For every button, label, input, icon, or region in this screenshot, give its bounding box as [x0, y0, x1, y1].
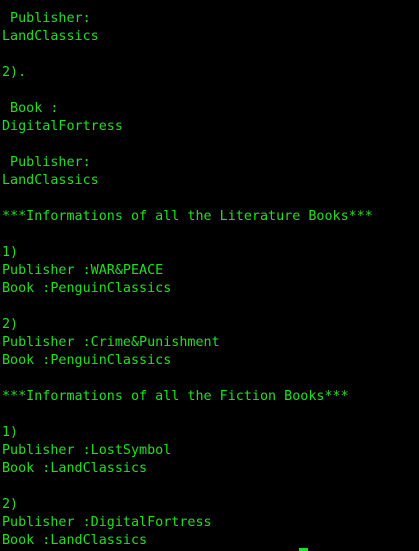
output-line: Publisher :LostSymbol	[2, 443, 172, 458]
output-line: Book :LandClassics	[2, 461, 148, 476]
terminal-window[interactable]: Publisher: LandClassics 2). Book : Digit…	[0, 0, 419, 551]
output-line: Publisher :DigitalFortress	[2, 515, 212, 530]
section-heading-literature: ***Informations of all the Literature Bo…	[2, 209, 373, 224]
output-line: Publisher :Crime&Punishment	[2, 335, 220, 350]
output-line: Book :PenguinClassics	[2, 353, 172, 368]
output-line: Publisher:	[2, 155, 91, 170]
output-line: Publisher:	[2, 11, 91, 26]
output-line: Book :LandClassics	[2, 533, 148, 548]
output-line: 1)	[2, 425, 19, 440]
terminal-output: Publisher: LandClassics 2). Book : Digit…	[2, 10, 373, 550]
output-line: Book :	[2, 101, 59, 116]
output-line: 2).	[2, 65, 27, 80]
output-line: 1)	[2, 245, 19, 260]
output-line: Publisher :WAR&PEACE	[2, 263, 164, 278]
output-line: LandClassics	[2, 29, 99, 44]
section-heading-fiction: ***Informations of all the Fiction Books…	[2, 389, 349, 404]
output-line: 2)	[2, 317, 19, 332]
output-line: LandClassics	[2, 173, 99, 188]
output-line: DigitalFortress	[2, 119, 123, 134]
output-line: Book :PenguinClassics	[2, 281, 172, 296]
output-line: 2)	[2, 497, 19, 512]
